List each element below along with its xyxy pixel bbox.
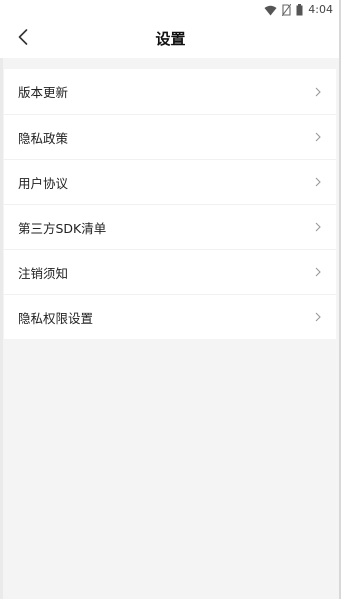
back-button[interactable]: [12, 28, 34, 50]
status-bar: 4:04: [0, 0, 341, 20]
menu-item-privacy-permission-settings[interactable]: 隐私权限设置: [4, 294, 336, 339]
chevron-right-icon: [314, 312, 322, 322]
chevron-right-icon: [314, 177, 322, 187]
chevron-left-icon: [18, 29, 28, 49]
chevron-right-icon: [314, 132, 322, 142]
chevron-right-icon: [314, 222, 322, 232]
status-icons: 4:04: [264, 3, 333, 17]
status-time: 4:04: [308, 3, 333, 16]
left-edge-divider: [0, 58, 3, 599]
chevron-right-icon: [314, 87, 322, 97]
menu-item-version-update[interactable]: 版本更新: [4, 69, 336, 114]
settings-screen: 4:04 设置 版本更新 隐私政策 用户协议 第三方SDK清单 注销须知 隐私权…: [0, 0, 341, 599]
menu-item-user-agreement[interactable]: 用户协议: [4, 159, 336, 204]
menu-item-privacy-policy[interactable]: 隐私政策: [4, 114, 336, 159]
menu-item-third-party-sdk-list[interactable]: 第三方SDK清单: [4, 204, 336, 249]
menu-item-label: 第三方SDK清单: [18, 220, 107, 236]
menu-item-label: 注销须知: [18, 265, 69, 281]
page-title: 设置: [155, 30, 186, 48]
menu-item-label: 隐私政策: [18, 130, 69, 146]
settings-menu: 版本更新 隐私政策 用户协议 第三方SDK清单 注销须知 隐私权限设置: [4, 69, 336, 339]
wifi-icon: [264, 1, 277, 20]
battery-icon: [296, 1, 303, 20]
header: 设置: [0, 20, 341, 58]
menu-item-account-deletion-notice[interactable]: 注销须知: [4, 249, 336, 294]
no-sim-icon: [281, 1, 292, 20]
menu-item-label: 用户协议: [18, 175, 69, 191]
chevron-right-icon: [314, 267, 322, 277]
menu-item-label: 版本更新: [18, 85, 69, 100]
menu-item-label: 隐私权限设置: [18, 310, 94, 326]
